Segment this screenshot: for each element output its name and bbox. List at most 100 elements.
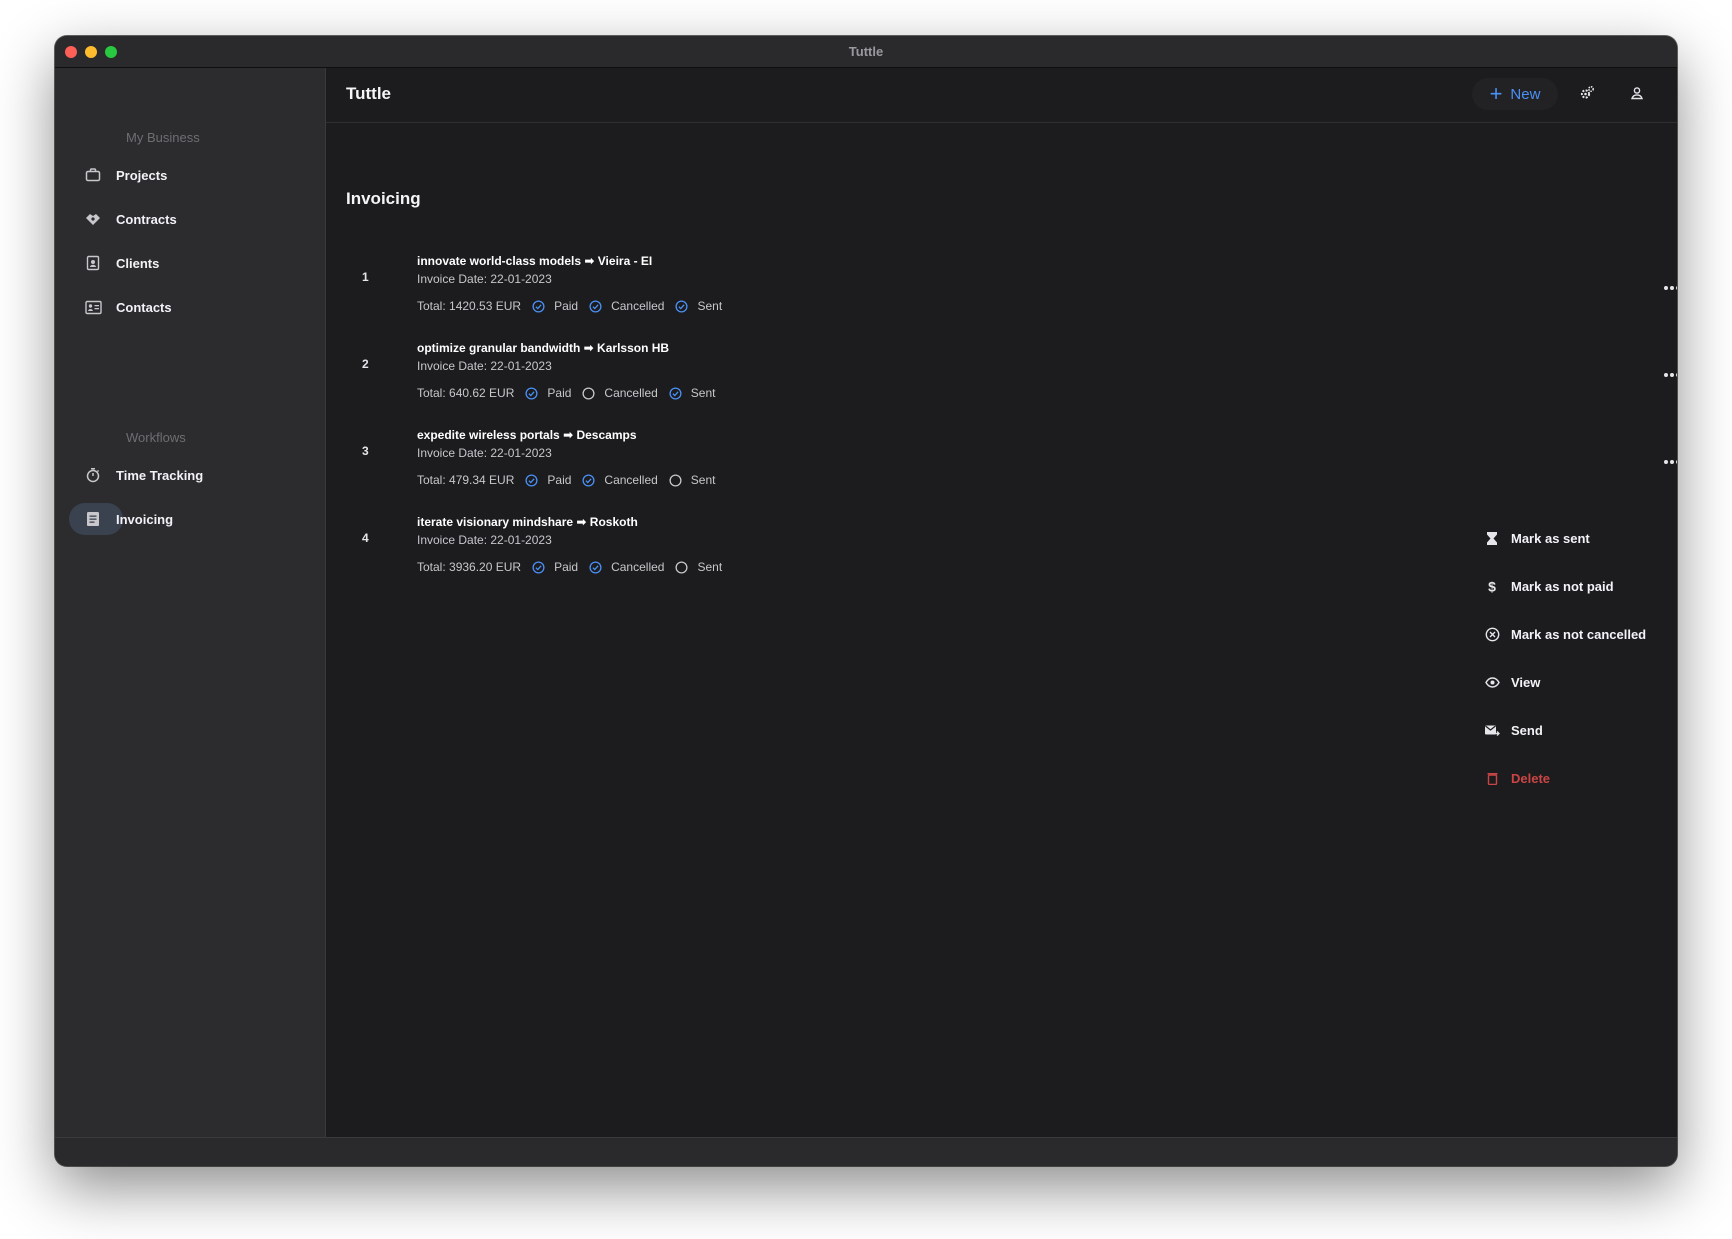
invoice-status-line: Total: 1420.53 EUR Paid Cancelled Sent — [417, 299, 722, 313]
menu-item-label: Mark as sent — [1511, 530, 1590, 546]
more-options-button[interactable] — [1658, 365, 1677, 383]
sidebar-item-label: Projects — [116, 167, 168, 183]
invoice-status-line: Total: 640.62 EUR Paid Cancelled Sent — [417, 386, 715, 400]
invoice-number: 3 — [362, 444, 369, 458]
help-icon: ? — [1676, 82, 1677, 109]
status-label: Paid — [547, 473, 572, 487]
title-bar[interactable]: Tuttle — [55, 36, 1677, 68]
sidebar-item-label: Contacts — [116, 299, 172, 315]
sidebar-item-clients[interactable]: Clients — [69, 246, 309, 280]
more-options-button[interactable] — [1658, 278, 1677, 296]
more-horizontal-icon — [1663, 365, 1677, 383]
status-bar — [55, 1137, 1677, 1166]
menu-item-label: View — [1511, 674, 1541, 690]
invoice-row[interactable]: 4 iterate visionary mindshare ➡ Roskoth In… — [326, 515, 1677, 595]
menu-item-label: Send — [1511, 722, 1543, 738]
invoice-row[interactable]: 2 optimize granular bandwidth ➡ Karlsson … — [326, 341, 1677, 421]
svg-text:$: $ — [1488, 579, 1496, 594]
status-label: Cancelled — [611, 299, 665, 313]
app-title: Tuttle — [346, 84, 392, 103]
sidebar-item-time-tracking[interactable]: Time Tracking — [69, 458, 309, 492]
invoice-total: Total: 479.34 EUR — [417, 473, 515, 487]
x-circle-icon — [1482, 627, 1502, 642]
status-label: Cancelled — [611, 560, 665, 574]
status-label: Cancelled — [604, 473, 658, 487]
menu-item-mark-as-not-paid[interactable]: $ Mark as not paid — [1482, 571, 1614, 601]
more-options-button[interactable] — [1658, 452, 1677, 470]
sidebar-item-contacts[interactable]: Contacts — [69, 290, 309, 324]
briefcase-icon — [79, 161, 107, 189]
invoice-total: Total: 640.62 EUR — [417, 386, 515, 400]
invoice-status-line: Total: 3936.20 EUR Paid Cancelled Sent — [417, 560, 722, 574]
check-circle-icon — [669, 386, 682, 400]
invoice-total: Total: 1420.53 EUR — [417, 299, 522, 313]
check-circle-icon — [582, 473, 595, 487]
more-horizontal-icon — [1663, 452, 1677, 470]
dollar-icon: $ — [1482, 579, 1502, 594]
section-title-my-business: My Business — [126, 130, 200, 145]
help-button[interactable]: ? — [1673, 81, 1677, 109]
invoice-date: Invoice Date: 22-01-2023 — [417, 446, 552, 460]
contact-card-icon — [79, 293, 107, 321]
check-circle-icon — [589, 299, 602, 313]
stopwatch-icon — [79, 461, 107, 489]
page-title: Invoicing — [346, 189, 421, 208]
client-badge-icon — [79, 249, 107, 277]
check-circle-icon — [532, 560, 545, 574]
sidebar-item-projects[interactable]: Projects — [69, 158, 309, 192]
menu-item-mark-as-not-cancelled[interactable]: Mark as not cancelled — [1482, 619, 1646, 649]
status-label: Paid — [554, 560, 579, 574]
sidebar-item-invoicing[interactable]: Invoicing — [69, 502, 309, 536]
profile-icon — [1630, 86, 1644, 105]
menu-item-label: Mark as not cancelled — [1511, 626, 1647, 642]
invoice-title: innovate world-class models ➡ Vieira - E… — [417, 254, 653, 268]
send-mail-icon — [1482, 724, 1502, 737]
sidebar-item-label: Clients — [116, 255, 160, 271]
menu-item-label: Delete — [1511, 770, 1551, 786]
empty-circle-icon — [582, 386, 595, 400]
invoice-date: Invoice Date: 22-01-2023 — [417, 533, 552, 547]
check-circle-icon — [589, 560, 602, 574]
invoice-total: Total: 3936.20 EUR — [417, 560, 522, 574]
more-horizontal-icon — [1663, 278, 1677, 296]
hourglass-icon — [1482, 531, 1502, 546]
status-label: Paid — [547, 386, 572, 400]
menu-item-send[interactable]: Send — [1482, 715, 1543, 745]
check-circle-icon — [525, 386, 538, 400]
status-label: Sent — [690, 473, 716, 487]
invoice-title: iterate visionary mindshare ➡ Roskoth — [417, 515, 638, 529]
invoice-icon — [79, 505, 107, 533]
main-content: Tuttle + New ? Invoicing 1i — [326, 68, 1677, 1138]
menu-item-delete[interactable]: Delete — [1482, 763, 1550, 793]
empty-circle-icon — [669, 473, 682, 487]
plus-icon: + — [1489, 81, 1503, 106]
settings-icon — [1579, 85, 1595, 106]
status-label: Sent — [690, 386, 716, 400]
sidebar: My Business Projects Contracts Clients C… — [55, 68, 326, 1138]
sidebar-item-contracts[interactable]: Contracts — [69, 202, 309, 236]
app-window: Tuttle My Business Projects Contracts Cl… — [55, 36, 1677, 1166]
check-circle-icon — [532, 299, 545, 313]
new-button[interactable]: + New — [1472, 78, 1558, 110]
menu-item-view[interactable]: View — [1482, 667, 1540, 697]
invoice-number: 4 — [362, 531, 369, 545]
section-title-workflows: Workflows — [126, 430, 186, 445]
invoice-row[interactable]: 1 innovate world-class models ➡ Vieira - … — [326, 254, 1677, 334]
invoice-date: Invoice Date: 22-01-2023 — [417, 272, 552, 286]
settings-button[interactable] — [1573, 81, 1601, 109]
trash-icon — [1482, 772, 1502, 785]
menu-item-mark-as-sent[interactable]: Mark as sent — [1482, 523, 1590, 553]
invoice-number: 1 — [362, 270, 369, 284]
eye-icon — [1482, 676, 1502, 688]
menu-item-label: Mark as not paid — [1511, 578, 1614, 594]
status-label: Cancelled — [604, 386, 658, 400]
invoice-number: 2 — [362, 357, 369, 371]
sidebar-item-label: Invoicing — [116, 511, 174, 527]
status-label: Paid — [554, 299, 579, 313]
sidebar-item-label: Contracts — [116, 211, 177, 227]
invoice-row[interactable]: 3 expedite wireless portals ➡ Descamps Inv… — [326, 428, 1677, 508]
new-button-label: New — [1510, 85, 1541, 103]
check-circle-icon — [675, 299, 689, 313]
profile-button[interactable] — [1623, 81, 1651, 109]
invoice-title: expedite wireless portals ➡ Descamps — [417, 428, 637, 442]
